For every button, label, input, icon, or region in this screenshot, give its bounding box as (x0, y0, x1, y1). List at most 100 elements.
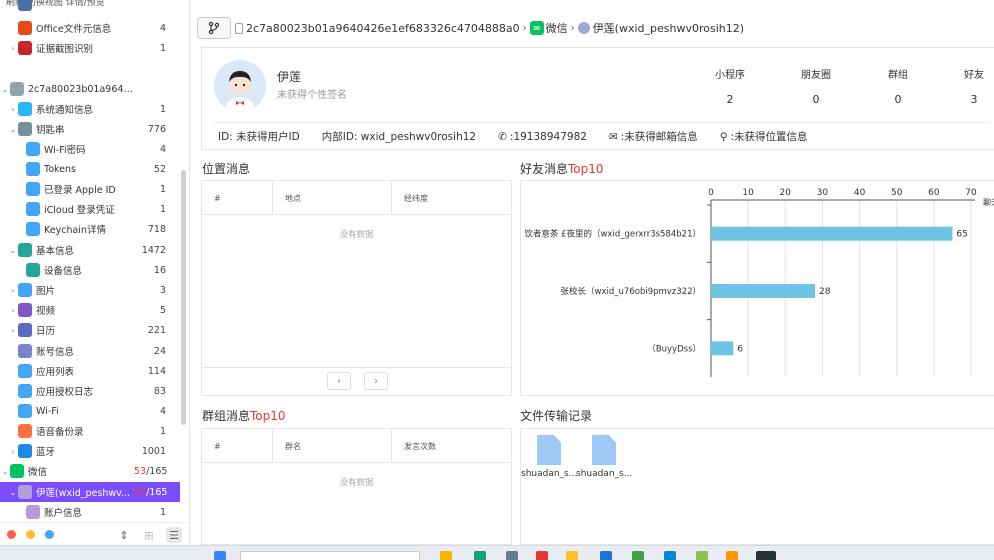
column-header[interactable]: 群名 (273, 429, 392, 463)
breadcrumb-app[interactable]: 微信 (546, 20, 568, 36)
prev-page-button[interactable]: ‹ (327, 372, 351, 390)
x-axis-label: 聊天 (983, 198, 994, 207)
chevron-down-icon[interactable]: ⌄ (8, 246, 18, 255)
stat-label: 群组 (888, 70, 908, 81)
sidebar-item[interactable]: ⌄ 微信 53/165 (0, 461, 180, 481)
sidebar-item-label: 微信 (28, 467, 48, 478)
list-view-icon[interactable]: ☰ (166, 527, 182, 543)
image-icon (18, 283, 32, 297)
chevron-right-icon[interactable]: › (8, 326, 18, 335)
taskbar-app-icon[interactable] (696, 551, 708, 560)
sidebar-scrollbar[interactable] (181, 170, 186, 425)
stat-moments[interactable]: 朋友圈 0 (786, 66, 846, 106)
breadcrumb: 2c7a80023b01a9640426e1ef683326c4704888a0… (197, 17, 744, 39)
sidebar-item[interactable]: › 证据截图识别 1 (0, 38, 180, 58)
friends-panel-title: 好友消息Top10 (520, 160, 604, 177)
column-header[interactable]: # (202, 429, 273, 463)
sidebar-item[interactable]: Wi-Fi 4 (0, 401, 180, 421)
stat-groups[interactable]: 群组 0 (868, 66, 928, 106)
chevron-right-icon[interactable]: › (8, 306, 18, 315)
file-item[interactable]: shuadan_s... (576, 435, 632, 479)
chevron-down-icon[interactable]: ⌄ (0, 467, 10, 476)
taskbar-app-icon[interactable] (726, 551, 738, 560)
x-tick-label: 30 (817, 188, 829, 198)
sidebar-item[interactable]: Office文件元信息 4 (0, 18, 180, 38)
breadcrumb-user[interactable]: 伊莲(wxid_peshwv0rosih12) (593, 20, 744, 36)
search-box[interactable] (240, 551, 420, 560)
next-page-button[interactable]: › (364, 372, 388, 390)
avatar (214, 60, 266, 112)
sidebar-bottom-bar: ⇕ ⊞ ☰ (0, 522, 189, 545)
sidebar-item-count: 1 (159, 103, 166, 115)
sidebar-item[interactable]: ⌄ 2c7a80023b01a9640426e1ef683... (0, 79, 180, 99)
chevron-right-icon[interactable]: › (8, 286, 18, 295)
taskbar-app-icon[interactable] (632, 551, 644, 560)
branch-button[interactable] (197, 17, 231, 39)
sidebar-item-count: 1001 (141, 445, 166, 457)
sidebar-item[interactable]: › 图片 3 (0, 280, 180, 300)
location-value: :未获得位置信息 (730, 131, 808, 143)
start-icon[interactable] (214, 551, 226, 560)
stat-friends[interactable]: 好友 3 (944, 66, 994, 106)
sidebar-item-count: 221 (147, 324, 166, 336)
chevron-right-icon[interactable]: › (8, 105, 18, 114)
chevron-right-icon[interactable]: › (8, 44, 18, 53)
taskbar-app-icon[interactable] (756, 551, 776, 560)
column-header[interactable]: 地点 (273, 181, 392, 215)
taskbar-app-icon[interactable] (600, 551, 612, 560)
sidebar-item[interactable]: ⌄ 钥匙串 776 (0, 119, 180, 139)
sidebar-item[interactable]: 语音备份录 1 (0, 421, 180, 441)
sidebar-item[interactable]: ⌄ 基本信息 1472 (0, 240, 180, 260)
sidebar-item[interactable]: ⌄ 伊莲(wxid_peshwv... 53/165 (0, 482, 180, 502)
column-header[interactable]: # (202, 181, 273, 215)
taskbar-app-icon[interactable] (474, 551, 486, 560)
sidebar-item[interactable]: › 系统通知信息 1 (0, 99, 180, 119)
sidebar-item[interactable]: 应用列表 114 (0, 361, 180, 381)
friends-bar-chart: 0 10 20 30 40 50 60 70 聊天 65 饮者意茶 £夜里的（wxid_gerxrr… (524, 188, 994, 377)
chevron-down-icon[interactable]: ⌄ (8, 125, 18, 134)
column-header[interactable]: 经纬度 (392, 181, 513, 215)
sidebar-item[interactable]: › 视频 5 (0, 300, 180, 320)
taskbar-app-icon[interactable] (440, 551, 452, 560)
pager-divider (202, 367, 511, 368)
sidebar-item-count: 1472 (141, 244, 166, 256)
stat-miniprogram[interactable]: 小程序 2 (700, 66, 760, 106)
sidebar-item[interactable]: Keychain详情 718 (0, 219, 180, 239)
sidebar-item[interactable]: 已登录 Apple ID 1 (0, 179, 180, 199)
taskbar-app-icon[interactable] (664, 551, 676, 560)
x-tick-label: 20 (780, 188, 792, 198)
sidebar-item[interactable]: Wi-Fi密码 4 (0, 139, 180, 159)
profile-divider (214, 122, 989, 123)
column-header[interactable]: 发言次数 (392, 429, 513, 463)
sidebar-item-count: 5 (159, 304, 166, 316)
chevron-right-icon[interactable]: › (8, 447, 18, 456)
sidebar-item-label: Keychain详情 (44, 225, 106, 236)
sidebar-item[interactable]: 应用授权日志 83 (0, 381, 180, 401)
sidebar-item[interactable]: 账号信息 24 (0, 341, 180, 361)
chevron-right-icon: › (522, 22, 527, 34)
stat-label: 小程序 (715, 70, 745, 81)
taskbar-app-icon[interactable] (506, 551, 518, 560)
yellow-dot[interactable] (26, 529, 35, 539)
chevron-down-icon[interactable]: ⌄ (0, 85, 10, 94)
taskbar-app-icon[interactable] (566, 551, 578, 560)
friends-title-prefix: 好友消息 (520, 162, 569, 176)
red-dot[interactable] (7, 529, 16, 539)
sidebar-item[interactable]: 设备信息 16 (0, 260, 180, 280)
blue-dot[interactable] (45, 529, 54, 539)
sidebar-item[interactable]: › 蓝牙 1001 (0, 441, 180, 461)
groups-title-highlight: Top10 (250, 409, 286, 423)
grid-view-icon[interactable]: ⊞ (141, 527, 157, 543)
taskbar-app-icon[interactable] (536, 551, 548, 560)
breadcrumb-device[interactable]: 2c7a80023b01a9640426e1ef683326c4704888a0 (246, 22, 520, 35)
sidebar-item-label: Wi-Fi密码 (44, 145, 86, 156)
sidebar-item[interactable]: iCloud 登录凭证 1 (0, 199, 180, 219)
sidebar-item[interactable] (0, 0, 180, 14)
chevron-down-icon[interactable]: ⌄ (8, 488, 18, 497)
x-tick-label: 40 (854, 188, 866, 198)
file-item[interactable]: shuadan_s... (521, 435, 577, 479)
sidebar-item[interactable]: Tokens 52 (0, 159, 180, 179)
sidebar-item[interactable]: 账户信息 1 (0, 502, 180, 522)
collapse-icon[interactable]: ⇕ (116, 527, 132, 543)
sidebar-item[interactable]: › 日历 221 (0, 320, 180, 340)
